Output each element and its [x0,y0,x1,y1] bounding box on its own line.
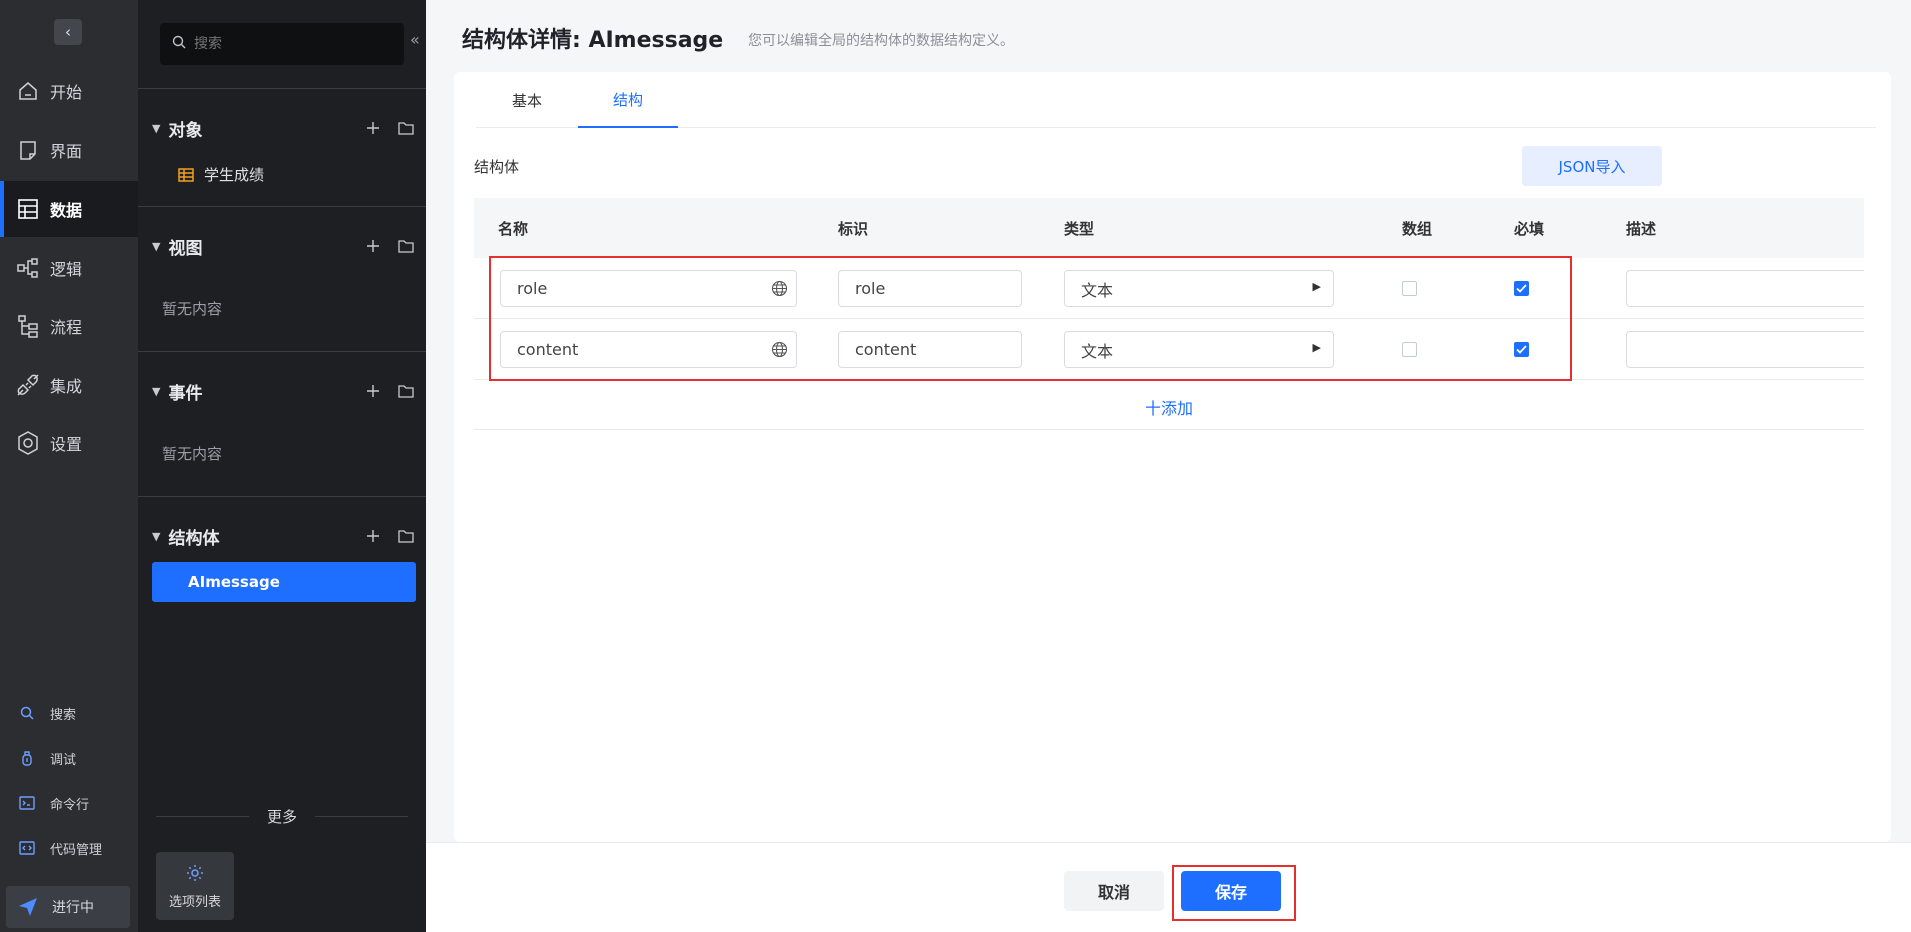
page-icon [14,136,42,164]
row-description-input[interactable] [1626,270,1864,307]
col-identifier: 标识 [838,220,869,238]
footer-bar: 取消 保存 [426,842,1911,932]
col-name: 名称 [498,220,529,238]
search-icon [18,704,36,722]
table-icon [14,195,42,223]
section-view-header[interactable]: ▼ 视图 [152,230,414,262]
rail-collapse-button[interactable]: ‹ [54,19,82,45]
event-empty-text: 暂无内容 [162,445,223,463]
divider [138,206,426,207]
folder-icon[interactable] [398,529,414,543]
globe-icon[interactable] [771,341,788,362]
caret-down-icon: ▼ [152,239,161,253]
row-name-input[interactable]: role [500,270,797,307]
tree-item-student-scores[interactable]: 学生成绩 [178,164,264,185]
col-array: 数组 [1402,220,1433,238]
rail-bottom-code[interactable]: 代码管理 [0,831,138,865]
running-status[interactable]: 进行中 [6,886,130,928]
globe-icon[interactable] [771,280,788,301]
caret-right-icon: ▶ [1312,341,1321,354]
page-description: 您可以编辑全局的结构体的数据结构定义。 [748,33,1014,49]
main-area: 结构体详情: AImessage 您可以编辑全局的结构体的数据结构定义。 基本 … [426,0,1911,932]
rail-bottom-terminal[interactable]: 命令行 [0,786,138,820]
table-row: role role 文本 ▶ [474,258,1864,319]
send-icon [16,895,40,919]
section-object-header[interactable]: ▼ 对象 [152,112,414,144]
rail-bottom-debug[interactable]: 调试 [0,741,138,775]
table-row: content content 文本 ▶ [474,319,1864,380]
plus-icon[interactable] [366,384,380,398]
home-icon [14,77,42,105]
plus-icon[interactable] [366,239,380,253]
row-type-select[interactable]: 文本 ▶ [1064,270,1334,307]
row-identifier-input[interactable]: role [838,270,1022,307]
row-description-input[interactable] [1626,331,1864,368]
detail-card: 基本 结构 结构体 JSON导入 名称 标识 类型 数组 必填 描述 role [454,72,1891,842]
more-divider: 更多 [156,806,409,827]
col-required: 必填 [1514,220,1545,238]
row-array-checkbox[interactable] [1402,281,1417,296]
caret-down-icon: ▼ [152,121,161,135]
search-icon [172,35,186,53]
logic-icon [14,254,42,282]
gear-icon [185,863,205,887]
row-required-checkbox[interactable] [1514,281,1529,296]
rail-item-flow[interactable]: 流程 [0,298,138,354]
chevron-left-icon: ‹ [65,23,71,41]
explorer-search[interactable] [160,23,404,65]
options-list-button[interactable]: 选项列表 [156,852,234,920]
rail-item-data[interactable]: 数据 [0,181,138,237]
tab-structure[interactable]: 结构 [578,72,678,128]
table-icon [178,167,194,182]
col-type: 类型 [1064,220,1095,238]
view-empty-text: 暂无内容 [162,300,223,318]
plus-icon[interactable] [366,529,380,543]
struct-section-label: 结构体 [474,158,520,176]
folder-icon[interactable] [398,239,414,253]
section-struct-header[interactable]: ▼ 结构体 [152,520,414,552]
flow-icon [14,312,42,340]
more-label[interactable]: 更多 [249,806,315,827]
plug-icon [14,371,42,399]
rail-item-integration[interactable]: 集成 [0,357,138,413]
rail-bottom-search[interactable]: 搜索 [0,696,138,730]
terminal-icon [18,794,36,812]
table-header: 名称 标识 类型 数组 必填 描述 [474,198,1864,258]
tab-bar: 基本 结构 [476,72,1876,128]
tab-basic[interactable]: 基本 [476,72,578,128]
page-title: 结构体详情: AImessage [462,28,724,53]
cancel-button[interactable]: 取消 [1064,871,1164,911]
row-name-input[interactable]: content [500,331,797,368]
divider [138,351,426,352]
tree-item-aimessage[interactable]: AImessage [152,562,416,602]
add-field-button[interactable]: 十添加 [474,384,1864,430]
row-type-select[interactable]: 文本 ▶ [1064,331,1334,368]
folder-icon[interactable] [398,384,414,398]
folder-icon[interactable] [398,121,414,135]
rail-item-settings[interactable]: 设置 [0,415,138,471]
caret-down-icon: ▼ [152,529,161,543]
row-required-checkbox[interactable] [1514,342,1529,357]
rail-item-start[interactable]: 开始 [0,63,138,119]
col-description: 描述 [1626,220,1657,238]
caret-down-icon: ▼ [152,384,161,398]
plus-icon[interactable] [366,121,380,135]
caret-right-icon: ▶ [1312,280,1321,293]
divider [138,88,426,89]
debug-icon [18,749,36,767]
rail-item-ui[interactable]: 界面 [0,122,138,178]
explorer-panel: « ▼ 对象 学生成绩 ▼ 视图 暂无内容 ▼ 事件 暂无内容 [138,0,426,932]
save-button[interactable]: 保存 [1181,871,1281,911]
left-rail: ‹ 开始 界面 数据 逻辑 流程 集成 设置 搜索 调试 命令行 代码管理 进行… [0,0,138,932]
divider [138,496,426,497]
section-event-header[interactable]: ▼ 事件 [152,375,414,407]
rail-item-logic[interactable]: 逻辑 [0,240,138,296]
row-array-checkbox[interactable] [1402,342,1417,357]
gear-icon [14,429,42,457]
row-identifier-input[interactable]: content [838,331,1022,368]
explorer-search-input[interactable] [194,36,384,52]
json-import-button[interactable]: JSON导入 [1522,146,1662,186]
double-chevron-left-icon[interactable]: « [410,30,420,49]
code-icon [18,839,36,857]
